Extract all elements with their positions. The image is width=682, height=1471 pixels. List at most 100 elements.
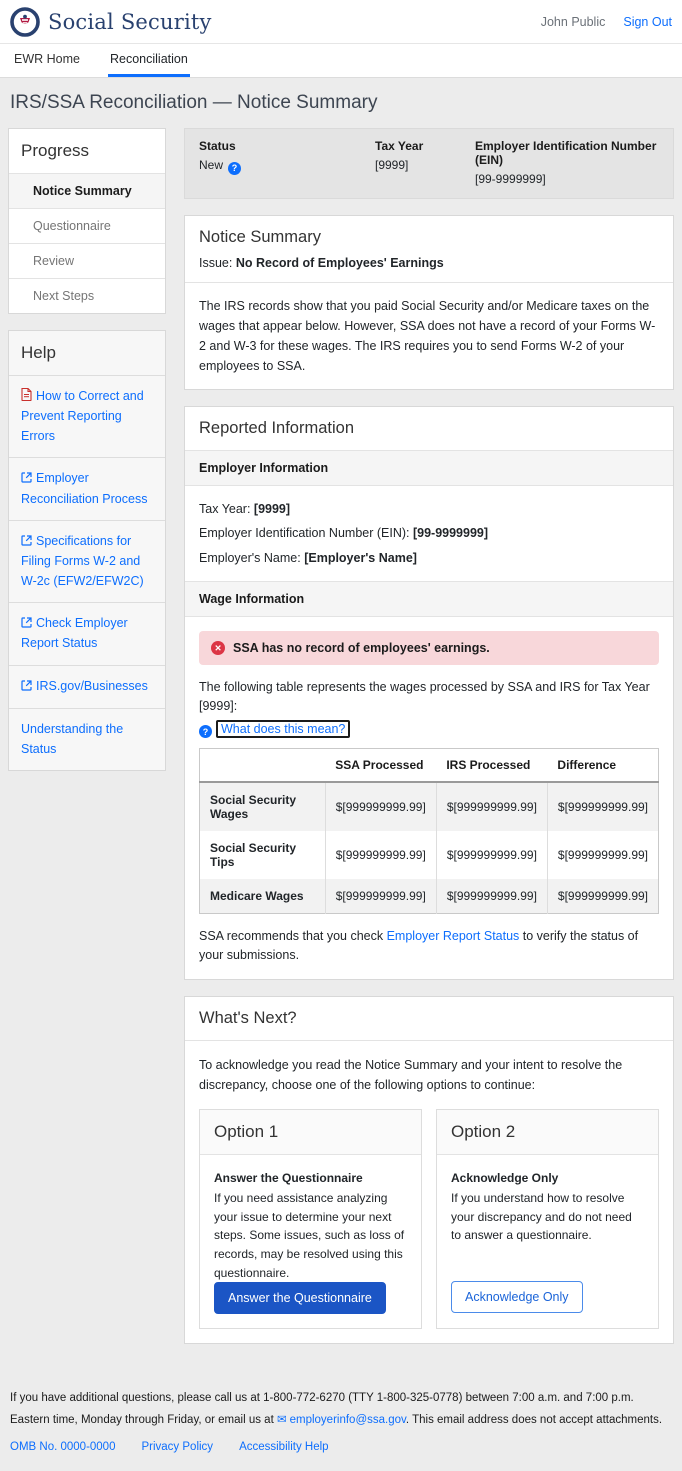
external-link-icon: [21, 533, 32, 552]
nav-item-ewr-home[interactable]: EWR Home: [12, 44, 82, 77]
employer-ein-value: [99-9999999]: [413, 526, 488, 540]
employer-name-line: Employer's Name: [Employer's Name]: [199, 546, 659, 570]
help-link-label: Check Employer Report Status: [21, 616, 128, 650]
table-intro-text: The following table represents the wages…: [199, 678, 659, 716]
brand-title: Social Security: [48, 10, 212, 34]
employer-name-label: Employer's Name:: [199, 551, 304, 565]
sidebar: Progress Notice Summary Questionnaire Re…: [8, 128, 166, 787]
page-footer: If you have additional questions, please…: [0, 1374, 682, 1471]
privacy-policy-link[interactable]: Privacy Policy: [141, 1441, 213, 1453]
status-help-icon[interactable]: ?: [228, 162, 241, 175]
option2-text: If you understand how to resolve your di…: [451, 1189, 644, 1245]
what-does-this-mean-link[interactable]: What does this mean?: [216, 720, 350, 738]
recommend-line: SSA recommends that you check Employer R…: [199, 927, 659, 965]
ss-tips-irs-value: $[999999999.99]: [436, 831, 547, 879]
row-label-ss-tips: Social Security Tips: [200, 831, 326, 879]
medicare-irs-value: $[999999999.99]: [436, 879, 547, 914]
ss-wages-irs-value: $[999999999.99]: [436, 782, 547, 831]
wage-table-header-row: SSA Processed IRS Processed Difference: [200, 749, 659, 783]
option2-title: Option 2: [437, 1110, 658, 1155]
recommend-prefix: SSA recommends that you check: [199, 929, 387, 943]
wage-table: SSA Processed IRS Processed Difference S…: [199, 748, 659, 914]
help-link-reconciliation-process[interactable]: Employer Reconciliation Process: [21, 471, 147, 505]
nav-item-reconciliation[interactable]: Reconciliation: [108, 44, 190, 77]
tax-year-label: Tax Year: [375, 139, 475, 153]
employer-information-heading: Employer Information: [185, 450, 673, 486]
progress-item-questionnaire: Questionnaire: [9, 208, 165, 243]
question-icon[interactable]: ?: [199, 725, 212, 738]
medicare-diff-value: $[999999999.99]: [547, 879, 658, 914]
error-alert: ✕ SSA has no record of employees' earnin…: [199, 631, 659, 665]
notice-summary-body: The IRS records show that you paid Socia…: [185, 282, 673, 389]
ss-wages-diff-value: $[999999999.99]: [547, 782, 658, 831]
help-link-understanding-status[interactable]: Understanding the Status: [21, 722, 123, 755]
pdf-icon: [21, 388, 32, 407]
reported-information-title: Reported Information: [199, 419, 659, 438]
ssa-logo-icon: [10, 7, 40, 37]
issue-value: No Record of Employees' Earnings: [236, 256, 444, 270]
email-icon: ✉: [277, 1414, 287, 1426]
page-title: IRS/SSA Reconciliation — Notice Summary: [10, 92, 674, 114]
option1-text: If you need assistance analyzing your is…: [214, 1189, 407, 1282]
footer-text-suffix: . This email address does not accept att…: [406, 1414, 662, 1426]
app-header: Social Security John Public Sign Out: [0, 0, 682, 44]
help-link-check-report-status[interactable]: Check Employer Report Status: [21, 616, 128, 650]
option2-card: Option 2 Acknowledge Only If you underst…: [436, 1109, 659, 1330]
row-label-ss-wages: Social Security Wages: [200, 782, 326, 831]
sign-out-link[interactable]: Sign Out: [623, 15, 672, 29]
option1-title: Option 1: [200, 1110, 421, 1155]
ss-tips-diff-value: $[999999999.99]: [547, 831, 658, 879]
table-row: Social Security Wages $[999999999.99] $[…: [200, 782, 659, 831]
table-row: Social Security Tips $[999999999.99] $[9…: [200, 831, 659, 879]
accessibility-help-link[interactable]: Accessibility Help: [239, 1441, 328, 1453]
answer-questionnaire-button[interactable]: Answer the Questionnaire: [214, 1282, 386, 1314]
option2-heading: Acknowledge Only: [451, 1169, 644, 1188]
wage-table-header-difference: Difference: [547, 749, 658, 783]
employer-name-value: [Employer's Name]: [304, 551, 417, 565]
ein-value: [99-9999999]: [475, 172, 659, 186]
issue-label: Issue:: [199, 256, 236, 270]
help-item: Employer Reconciliation Process: [9, 457, 165, 520]
table-row: Medicare Wages $[999999999.99] $[9999999…: [200, 879, 659, 914]
help-item: Check Employer Report Status: [9, 602, 165, 665]
help-card: Help How to Correct and Prevent Reportin…: [8, 330, 166, 771]
tax-year-value: [9999]: [375, 158, 475, 172]
ss-wages-ssa-value: $[999999999.99]: [325, 782, 436, 831]
help-item: IRS.gov/Businesses: [9, 665, 165, 708]
progress-item-notice-summary[interactable]: Notice Summary: [9, 173, 165, 208]
help-link-efw2-specs[interactable]: Specifications for Filing Forms W-2 and …: [21, 534, 144, 588]
status-bar: Status New? Tax Year [9999] Employer Ide…: [184, 128, 674, 199]
whats-next-intro: To acknowledge you read the Notice Summa…: [199, 1055, 659, 1095]
reported-information-card: Reported Information Employer Informatio…: [184, 406, 674, 980]
medicare-ssa-value: $[999999999.99]: [325, 879, 436, 914]
status-label: Status: [199, 139, 375, 153]
help-title: Help: [9, 331, 165, 375]
help-item: Understanding the Status: [9, 708, 165, 770]
status-value: New: [199, 158, 223, 172]
acknowledge-only-button[interactable]: Acknowledge Only: [451, 1281, 583, 1313]
row-label-medicare-wages: Medicare Wages: [200, 879, 326, 914]
external-link-icon: [21, 678, 32, 697]
option1-heading: Answer the Questionnaire: [214, 1169, 407, 1188]
notice-summary-card: Notice Summary Issue: No Record of Emplo…: [184, 215, 674, 390]
progress-title: Progress: [9, 129, 165, 173]
main-area: IRS/SSA Reconciliation — Notice Summary …: [0, 78, 682, 1374]
progress-item-review: Review: [9, 243, 165, 278]
progress-item-next-steps: Next Steps: [9, 278, 165, 313]
whats-next-title: What's Next?: [199, 1009, 659, 1028]
main-nav: EWR Home Reconciliation: [0, 44, 682, 78]
help-link-irs-businesses[interactable]: IRS.gov/Businesses: [21, 679, 148, 693]
employer-tax-year-value: [9999]: [254, 502, 290, 516]
wage-table-header-empty: [200, 749, 326, 783]
email-link[interactable]: ✉employerinfo@ssa.gov: [277, 1414, 406, 1426]
omb-number-link[interactable]: OMB No. 0000-0000: [10, 1441, 115, 1453]
progress-card: Progress Notice Summary Questionnaire Re…: [8, 128, 166, 314]
external-link-icon: [21, 470, 32, 489]
email-address: employerinfo@ssa.gov: [290, 1414, 406, 1426]
help-link-correct-errors[interactable]: How to Correct and Prevent Reporting Err…: [21, 389, 144, 443]
employer-report-status-link[interactable]: Employer Report Status: [387, 929, 520, 943]
employer-ein-label: Employer Identification Number (EIN):: [199, 526, 413, 540]
wage-table-header-ssa: SSA Processed: [325, 749, 436, 783]
employer-tax-year-line: Tax Year: [9999]: [199, 497, 659, 521]
employer-information-block: Tax Year: [9999] Employer Identification…: [185, 486, 673, 581]
